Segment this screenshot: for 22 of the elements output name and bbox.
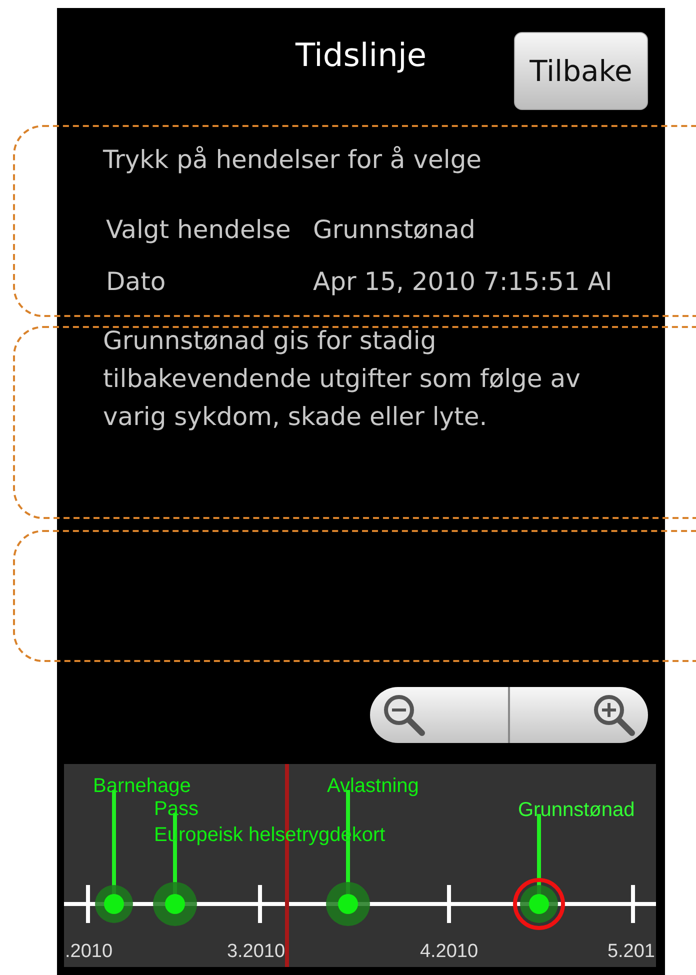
axis-tick (258, 885, 262, 923)
axis-label: 4.2010 (420, 941, 478, 962)
zoom-out-icon (382, 693, 426, 737)
description-text: Grunnstønad gis for stadig tilbakevendende utgifter som følge av varig sykdom, skade eller lyte. (103, 325, 582, 433)
field-label: Dato (105, 266, 167, 296)
field-label: Valgt hendelse (105, 214, 292, 244)
event-label[interactable]: Grunnstønad (518, 799, 635, 821)
zoom-in-icon (592, 693, 636, 737)
axis-tick (86, 885, 90, 923)
back-button[interactable]: Tilbake (514, 32, 648, 110)
axis-tick (631, 885, 635, 923)
event-label[interactable]: Pass (154, 798, 198, 820)
axis-label: .2010 (65, 941, 113, 962)
axis-label: 5.201 (607, 941, 655, 962)
event-label[interactable]: Barnehage (93, 775, 191, 797)
axis-tick (447, 885, 451, 923)
field-value: Apr 15, 2010 7:15:51 AI (313, 266, 612, 296)
axis-label: 3.2010 (226, 941, 286, 962)
event-label[interactable]: Avlastning (327, 775, 419, 797)
field-value: Grunnstønad (313, 214, 476, 244)
instruction-text: Trykk på hendelser for å velge (103, 145, 483, 175)
screen-title: Tidslinje (295, 36, 427, 76)
